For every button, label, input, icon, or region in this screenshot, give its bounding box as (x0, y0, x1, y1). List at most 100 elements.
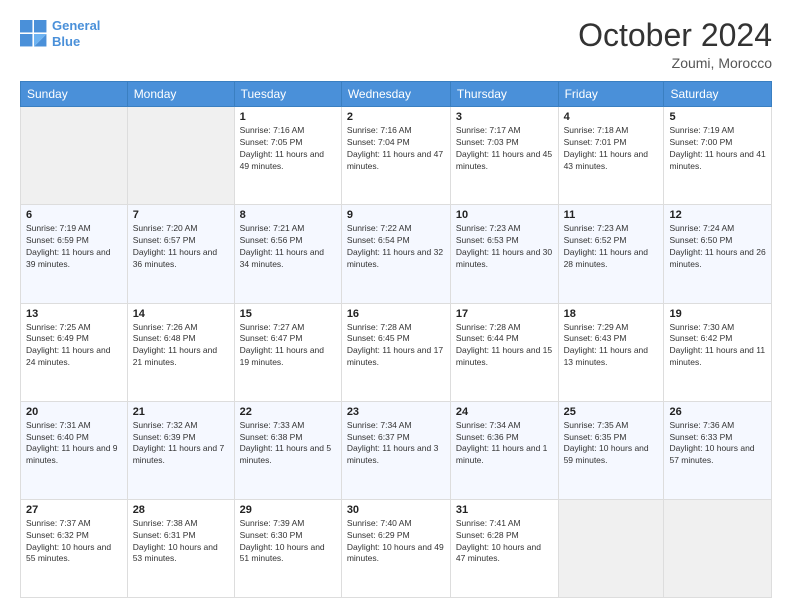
day-header-saturday: Saturday (664, 82, 772, 107)
calendar-cell: 5 Sunrise: 7:19 AMSunset: 7:00 PMDaylight… (664, 107, 772, 205)
cell-day-number: 23 (347, 406, 445, 418)
cell-info: Sunrise: 7:23 AMSunset: 6:53 PMDaylight:… (456, 223, 553, 271)
cell-info: Sunrise: 7:22 AMSunset: 6:54 PMDaylight:… (347, 223, 445, 271)
calendar-header-row: SundayMondayTuesdayWednesdayThursdayFrid… (21, 82, 772, 107)
cell-day-number: 3 (456, 111, 553, 123)
calendar-cell: 3 Sunrise: 7:17 AMSunset: 7:03 PMDaylight… (450, 107, 558, 205)
header: General Blue October 2024 Zoumi, Morocco (20, 18, 772, 71)
cell-info: Sunrise: 7:38 AMSunset: 6:31 PMDaylight:… (133, 518, 229, 566)
cell-info: Sunrise: 7:26 AMSunset: 6:48 PMDaylight:… (133, 322, 229, 370)
calendar-cell: 1 Sunrise: 7:16 AMSunset: 7:05 PMDaylight… (234, 107, 341, 205)
cell-day-number: 5 (669, 111, 766, 123)
calendar-cell: 11 Sunrise: 7:23 AMSunset: 6:52 PMDayligh… (558, 205, 664, 303)
calendar-week-1: 1 Sunrise: 7:16 AMSunset: 7:05 PMDaylight… (21, 107, 772, 205)
cell-info: Sunrise: 7:25 AMSunset: 6:49 PMDaylight:… (26, 322, 122, 370)
cell-info: Sunrise: 7:39 AMSunset: 6:30 PMDaylight:… (240, 518, 336, 566)
calendar-cell: 28 Sunrise: 7:38 AMSunset: 6:31 PMDayligh… (127, 499, 234, 597)
calendar-cell: 19 Sunrise: 7:30 AMSunset: 6:42 PMDayligh… (664, 303, 772, 401)
day-header-tuesday: Tuesday (234, 82, 341, 107)
calendar-week-5: 27 Sunrise: 7:37 AMSunset: 6:32 PMDayligh… (21, 499, 772, 597)
logo-line1: General (52, 18, 100, 33)
cell-info: Sunrise: 7:32 AMSunset: 6:39 PMDaylight:… (133, 420, 229, 468)
logo-icon (20, 20, 48, 48)
cell-info: Sunrise: 7:19 AMSunset: 7:00 PMDaylight:… (669, 125, 766, 173)
cell-day-number: 4 (564, 111, 659, 123)
logo: General Blue (20, 18, 100, 49)
calendar-cell: 26Sunrise: 7:36 AMSunset: 6:33 PMDayligh… (664, 401, 772, 499)
cell-day-number: 1 (240, 111, 336, 123)
calendar-cell (664, 499, 772, 597)
calendar-cell (127, 107, 234, 205)
cell-day-number: 13 (26, 308, 122, 320)
day-header-thursday: Thursday (450, 82, 558, 107)
calendar-cell: 9 Sunrise: 7:22 AMSunset: 6:54 PMDaylight… (341, 205, 450, 303)
calendar-cell: 10 Sunrise: 7:23 AMSunset: 6:53 PMDayligh… (450, 205, 558, 303)
cell-day-number: 24 (456, 406, 553, 418)
calendar-cell: 17Sunrise: 7:28 AMSunset: 6:44 PMDayligh… (450, 303, 558, 401)
calendar-cell: 21Sunrise: 7:32 AMSunset: 6:39 PMDayligh… (127, 401, 234, 499)
day-header-wednesday: Wednesday (341, 82, 450, 107)
cell-day-number: 19 (669, 308, 766, 320)
cell-day-number: 27 (26, 504, 122, 516)
day-header-friday: Friday (558, 82, 664, 107)
cell-info: Sunrise: 7:41 AMSunset: 6:28 PMDaylight:… (456, 518, 553, 566)
cell-info: Sunrise: 7:20 AMSunset: 6:57 PMDaylight:… (133, 223, 229, 271)
cell-day-number: 2 (347, 111, 445, 123)
cell-day-number: 15 (240, 308, 336, 320)
calendar-cell: 30 Sunrise: 7:40 AMSunset: 6:29 PMDayligh… (341, 499, 450, 597)
calendar-cell: 29 Sunrise: 7:39 AMSunset: 6:30 PMDayligh… (234, 499, 341, 597)
cell-day-number: 28 (133, 504, 229, 516)
cell-day-number: 6 (26, 209, 122, 221)
cell-day-number: 9 (347, 209, 445, 221)
cell-info: Sunrise: 7:24 AMSunset: 6:50 PMDaylight:… (669, 223, 766, 271)
cell-info: Sunrise: 7:34 AMSunset: 6:36 PMDaylight:… (456, 420, 553, 468)
calendar-cell: 18 Sunrise: 7:29 AMSunset: 6:43 PMDayligh… (558, 303, 664, 401)
cell-info: Sunrise: 7:23 AMSunset: 6:52 PMDaylight:… (564, 223, 659, 271)
calendar-cell: 16Sunrise: 7:28 AMSunset: 6:45 PMDayligh… (341, 303, 450, 401)
calendar-cell: 27 Sunrise: 7:37 AMSunset: 6:32 PMDayligh… (21, 499, 128, 597)
month-title: October 2024 (578, 18, 772, 53)
calendar-week-2: 6 Sunrise: 7:19 AMSunset: 6:59 PMDaylight… (21, 205, 772, 303)
cell-day-number: 29 (240, 504, 336, 516)
calendar-cell: 13 Sunrise: 7:25 AMSunset: 6:49 PMDayligh… (21, 303, 128, 401)
calendar-cell: 12Sunrise: 7:24 AMSunset: 6:50 PMDayligh… (664, 205, 772, 303)
title-block: October 2024 Zoumi, Morocco (578, 18, 772, 71)
cell-info: Sunrise: 7:29 AMSunset: 6:43 PMDaylight:… (564, 322, 659, 370)
cell-day-number: 25 (564, 406, 659, 418)
calendar-cell: 8 Sunrise: 7:21 AMSunset: 6:56 PMDaylight… (234, 205, 341, 303)
calendar-cell: 4Sunrise: 7:18 AMSunset: 7:01 PMDaylight… (558, 107, 664, 205)
cell-day-number: 18 (564, 308, 659, 320)
cell-info: Sunrise: 7:16 AMSunset: 7:05 PMDaylight:… (240, 125, 336, 173)
cell-info: Sunrise: 7:31 AMSunset: 6:40 PMDaylight:… (26, 420, 122, 468)
calendar-cell: 7Sunrise: 7:20 AMSunset: 6:57 PMDaylight… (127, 205, 234, 303)
calendar-cell (558, 499, 664, 597)
calendar-cell: 25 Sunrise: 7:35 AMSunset: 6:35 PMDayligh… (558, 401, 664, 499)
cell-info: Sunrise: 7:36 AMSunset: 6:33 PMDaylight:… (669, 420, 766, 468)
calendar-cell (21, 107, 128, 205)
calendar-cell: 24 Sunrise: 7:34 AMSunset: 6:36 PMDayligh… (450, 401, 558, 499)
cell-day-number: 31 (456, 504, 553, 516)
calendar-week-3: 13 Sunrise: 7:25 AMSunset: 6:49 PMDayligh… (21, 303, 772, 401)
cell-day-number: 30 (347, 504, 445, 516)
cell-day-number: 14 (133, 308, 229, 320)
cell-info: Sunrise: 7:16 AMSunset: 7:04 PMDaylight:… (347, 125, 445, 173)
cell-info: Sunrise: 7:33 AMSunset: 6:38 PMDaylight:… (240, 420, 336, 468)
cell-day-number: 20 (26, 406, 122, 418)
calendar-week-4: 20 Sunrise: 7:31 AMSunset: 6:40 PMDayligh… (21, 401, 772, 499)
cell-day-number: 11 (564, 209, 659, 221)
cell-info: Sunrise: 7:19 AMSunset: 6:59 PMDaylight:… (26, 223, 122, 271)
cell-info: Sunrise: 7:40 AMSunset: 6:29 PMDaylight:… (347, 518, 445, 566)
cell-info: Sunrise: 7:37 AMSunset: 6:32 PMDaylight:… (26, 518, 122, 566)
cell-info: Sunrise: 7:17 AMSunset: 7:03 PMDaylight:… (456, 125, 553, 173)
cell-info: Sunrise: 7:35 AMSunset: 6:35 PMDaylight:… (564, 420, 659, 468)
calendar-cell: 15Sunrise: 7:27 AMSunset: 6:47 PMDayligh… (234, 303, 341, 401)
cell-day-number: 10 (456, 209, 553, 221)
cell-day-number: 16 (347, 308, 445, 320)
cell-info: Sunrise: 7:30 AMSunset: 6:42 PMDaylight:… (669, 322, 766, 370)
calendar-cell: 20 Sunrise: 7:31 AMSunset: 6:40 PMDayligh… (21, 401, 128, 499)
cell-info: Sunrise: 7:34 AMSunset: 6:37 PMDaylight:… (347, 420, 445, 468)
cell-day-number: 8 (240, 209, 336, 221)
cell-info: Sunrise: 7:28 AMSunset: 6:44 PMDaylight:… (456, 322, 553, 370)
cell-info: Sunrise: 7:21 AMSunset: 6:56 PMDaylight:… (240, 223, 336, 271)
day-header-monday: Monday (127, 82, 234, 107)
